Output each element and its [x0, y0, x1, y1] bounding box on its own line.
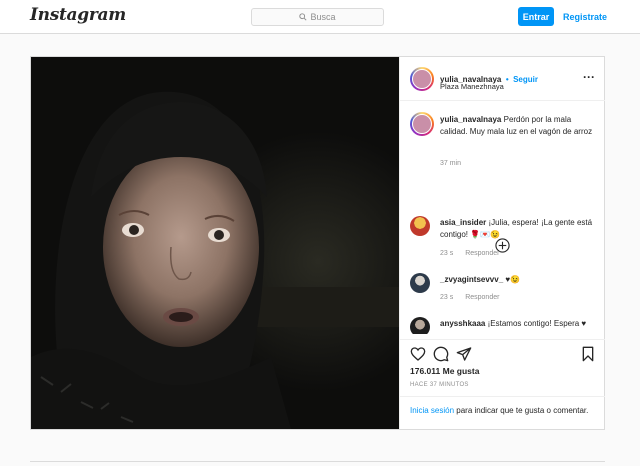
- post-photo[interactable]: [31, 57, 399, 429]
- likes-count[interactable]: 176.011 Me gusta: [410, 366, 479, 376]
- comment: asia_insider ¡Julia, espera! ¡La gente e…: [440, 217, 595, 241]
- more-options-icon[interactable]: ···: [583, 70, 595, 84]
- comment-time: 23 s: [440, 294, 454, 301]
- caption-time: 37 min: [440, 160, 462, 167]
- reply-button[interactable]: Responder: [465, 250, 499, 257]
- login-button[interactable]: Entrar: [518, 7, 554, 26]
- selfie-image: [31, 57, 399, 429]
- comment-username[interactable]: _zvyagintsevvv_: [440, 275, 503, 284]
- comment-meta: 23 s Responder: [440, 250, 509, 257]
- search-icon: [299, 13, 308, 21]
- commenter-avatar[interactable]: [410, 273, 430, 293]
- comment-bubble-icon[interactable]: [433, 346, 449, 362]
- caption-avatar[interactable]: [410, 112, 434, 136]
- search-placeholder: Busca: [310, 12, 336, 22]
- search-input[interactable]: Busca: [251, 8, 384, 26]
- like-heart-icon[interactable]: [410, 346, 426, 362]
- comment: anysshkaaa ¡Estamos contigo! Espera ♥: [440, 318, 595, 330]
- follow-bullet: •: [505, 75, 509, 84]
- post-sidebar: yulia_navalnaya • Seguir Plaza Manezhnay…: [399, 57, 605, 429]
- post-location[interactable]: Plaza Manezhnaya: [440, 82, 504, 91]
- post-header: yulia_navalnaya • Seguir Plaza Manezhnay…: [400, 57, 605, 101]
- login-prompt: Inicia sesión para indicar que te gusta …: [400, 396, 605, 425]
- post-timestamp: HACE 37 MINUTOS: [410, 382, 469, 388]
- comments-section: yulia_navalnaya Perdón por la mala calid…: [400, 102, 605, 334]
- signup-link[interactable]: Registrate: [563, 7, 607, 26]
- commenter-avatar[interactable]: [410, 216, 430, 236]
- comment: _zvyagintsevvv_ ♥😉: [440, 274, 595, 286]
- comment-text: ♥😉: [505, 275, 521, 284]
- login-link[interactable]: Inicia sesión: [410, 406, 454, 415]
- post-card: yulia_navalnaya • Seguir Plaza Manezhnay…: [30, 56, 605, 430]
- comment-text: ¡Estamos contigo! Espera ♥: [487, 319, 587, 328]
- follow-button[interactable]: Seguir: [513, 75, 538, 84]
- comment-username[interactable]: asia_insider: [440, 218, 486, 227]
- caption: yulia_navalnaya Perdón por la mala calid…: [440, 114, 595, 138]
- login-prompt-text: para indicar que te gusta o comentar.: [454, 406, 589, 415]
- instagram-logo[interactable]: Instagram: [30, 5, 126, 25]
- commenter-avatar[interactable]: [410, 317, 430, 334]
- comment-meta: 23 s Responder: [440, 294, 509, 301]
- save-bookmark-icon[interactable]: [580, 346, 596, 362]
- footer-divider: [30, 461, 605, 462]
- post-actions: 176.011 Me gusta HACE 37 MINUTOS Inicia …: [400, 339, 605, 429]
- share-send-icon[interactable]: [456, 346, 472, 362]
- reply-button[interactable]: Responder: [465, 294, 499, 301]
- caption-username[interactable]: yulia_navalnaya: [440, 115, 501, 124]
- comment-username[interactable]: anysshkaaa: [440, 319, 485, 328]
- author-avatar[interactable]: [410, 67, 434, 91]
- comment-time: 23 s: [440, 250, 454, 257]
- top-navigation-bar: Instagram Busca Entrar Registrate: [0, 0, 640, 34]
